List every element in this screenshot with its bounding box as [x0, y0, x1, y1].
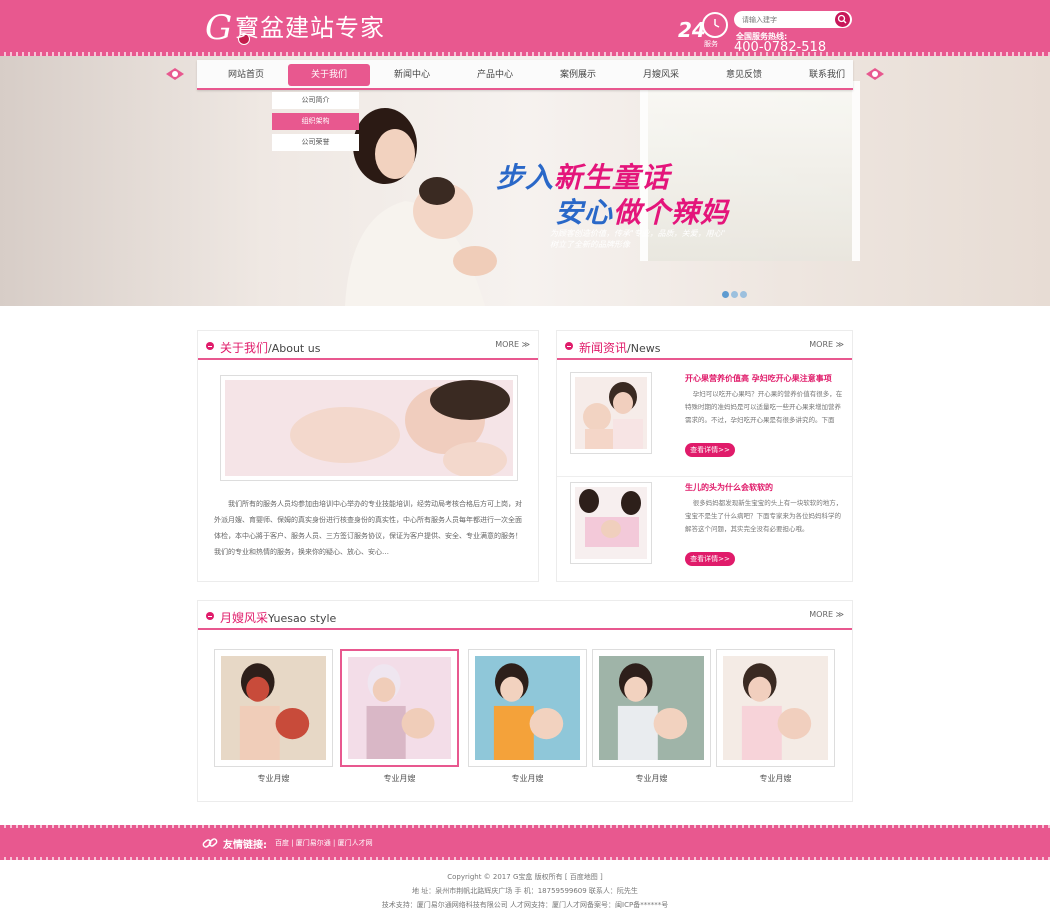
yuesao-more-link[interactable]: MORE ≫ — [809, 610, 844, 619]
nav-item[interactable]: 月嫂风采 — [620, 64, 702, 86]
double-chevron-icon: ≫ — [521, 340, 530, 349]
hotline-badge-sub: 服务 — [704, 40, 718, 48]
slider-dot[interactable] — [740, 291, 747, 298]
main-nav: 网站首页 关于我们 新闻中心 产品中心 案例展示 月嫂风采 意见反馈 联系我们 — [197, 60, 853, 90]
nav-item[interactable]: 新闻中心 — [371, 64, 453, 86]
section-bullet-icon — [565, 342, 573, 350]
yuesao-image — [475, 656, 580, 760]
hotline-number: 400-0782-518 — [734, 40, 827, 55]
mother-baby-photo-about — [225, 380, 513, 478]
yuesao-image — [599, 656, 704, 760]
site-logo[interactable]: G 寳盆建站专家 — [205, 8, 415, 48]
dropdown-item[interactable]: 公司简介 — [272, 92, 359, 109]
yuesao-label: 专业月嫂 — [383, 774, 416, 783]
yuesao-label: 专业月嫂 — [635, 774, 668, 783]
news-thumbnail[interactable] — [570, 482, 652, 564]
logo-letter: G — [205, 8, 233, 48]
news-photo-2 — [575, 487, 647, 559]
about-description: 我们所有的服务人员均参加由培训中心举办的专业技能培训，经劳动局考核合格后方可上岗… — [214, 500, 522, 556]
news-photo-1 — [575, 377, 647, 449]
banner-title-line2: 安心做个辣妈 — [555, 196, 730, 229]
yuesao-photo[interactable] — [340, 649, 459, 767]
slider-dot[interactable] — [722, 291, 729, 298]
footer-support: 技术支持：厦门易尔通网络科技有限公司 人才网支持：厦门人才网备案号：闽ICP备*… — [381, 901, 669, 909]
site-header — [0, 0, 1050, 56]
clock-icon — [702, 12, 728, 38]
dropdown-item[interactable]: 公司荣誉 — [272, 134, 359, 151]
yuesao-photo[interactable] — [468, 649, 587, 767]
about-dropdown-menu: 公司简介组织架构公司荣誉 — [272, 91, 359, 151]
nav-left-ornament-icon — [166, 68, 184, 80]
logo-text: 寳盆建站专家 — [235, 14, 385, 42]
friend-links-label: 友情链接: — [223, 840, 267, 851]
yuesao-image — [723, 656, 828, 760]
yuesao-photo[interactable] — [214, 649, 333, 767]
yuesao-label: 专业月嫂 — [759, 774, 792, 783]
news-more-link[interactable]: MORE ≫ — [809, 340, 844, 349]
section-bullet-icon — [206, 342, 214, 350]
about-panel: 关于我们/About us MORE ≫ 我们所有的服务人员均参加由培训中心举办… — [197, 330, 539, 582]
news-thumbnail[interactable] — [570, 372, 652, 454]
about-panel-header: 关于我们/About us MORE ≫ — [198, 331, 538, 360]
news-panel: 新闻资讯/News MORE ≫ 开心果营养价值高 孕妇吃开心果注意事项 孕妇可… — [556, 330, 853, 582]
yuesao-panel-header: 月嫂风采Yuesao style MORE ≫ — [198, 601, 852, 630]
friend-links-bar — [0, 825, 1050, 860]
nav-item[interactable]: 联系我们 — [786, 64, 868, 86]
news-detail-button[interactable]: 查看详情>> — [685, 443, 735, 457]
search-box — [734, 11, 852, 28]
about-title: 关于我们/About us — [220, 341, 321, 355]
footer-copyright: Copyright © 2017 G宝盒 版权所有 [ 百度地图 ] — [447, 873, 603, 881]
double-chevron-icon: ≫ — [835, 340, 844, 349]
search-icon — [837, 14, 847, 24]
yuesao-label: 专业月嫂 — [257, 774, 290, 783]
yuesao-image — [221, 656, 326, 760]
yuesao-panel: 月嫂风采Yuesao style MORE ≫ 专业月嫂 专业月嫂 专业月嫂 专业月嫂… — [197, 600, 853, 802]
hotline-24h-icon: 24 服务 — [678, 12, 728, 52]
hero-banner: 步入新生童话 安心做个辣妈 为顾客创造价值，传承"专业，品质，关爱，用心" 树立… — [0, 56, 1050, 306]
nav-item[interactable]: 案例展示 — [537, 64, 619, 86]
news-item-desc: 孕妇可以吃开心果吗？开心果的营养价值有很多，在特殊时期的准妈妈是可以适量吃一些开… — [685, 390, 843, 424]
banner-title-line1: 步入新生童话 — [496, 161, 671, 194]
news-title: 新闻资讯/News — [579, 341, 661, 355]
links-lace-bottom — [0, 857, 1050, 860]
yuesao-image — [348, 657, 451, 759]
news-item[interactable]: 开心果营养价值高 孕妇吃开心果注意事项 孕妇可以吃开心果吗？开心果的营养价值有很… — [557, 369, 853, 477]
links-lace-top — [0, 825, 1050, 828]
banner-subtitle-2: 树立了全新的品牌形像 — [550, 240, 630, 249]
section-bullet-icon — [206, 612, 214, 620]
news-item-desc: 很多妈妈都发现新生宝宝的头上有一块软软的地方，宝宝不是生了什么病吧？下面专家来为… — [685, 499, 843, 533]
nav-item[interactable]: 关于我们 — [288, 64, 370, 86]
link-chain-icon — [202, 838, 218, 848]
search-button[interactable] — [835, 12, 850, 27]
footer-address: 地 址：泉州市荆帆北路辉庆广场 手 机：18759599609 联系人：阮先生 — [412, 887, 638, 895]
double-chevron-icon: ≫ — [835, 610, 844, 619]
yuesao-title: 月嫂风采Yuesao style — [220, 611, 337, 625]
slider-dot[interactable] — [731, 291, 738, 298]
banner-subtitle-1: 为顾客创造价值，传承"专业，品质，关爱，用心" — [550, 229, 726, 238]
nav-item[interactable]: 网站首页 — [205, 64, 287, 86]
yuesao-label: 专业月嫂 — [511, 774, 544, 783]
news-panel-header: 新闻资讯/News MORE ≫ — [557, 331, 852, 360]
news-item-title[interactable]: 生儿的头为什么会软软的 — [685, 482, 773, 493]
news-item-title[interactable]: 开心果营养价值高 孕妇吃开心果注意事项 — [685, 373, 832, 384]
nav-item[interactable]: 产品中心 — [454, 64, 536, 86]
yuesao-photo[interactable] — [592, 649, 711, 767]
news-detail-button[interactable]: 查看详情>> — [685, 552, 735, 566]
nav-item[interactable]: 意见反馈 — [703, 64, 785, 86]
about-photo — [220, 375, 518, 481]
dropdown-item[interactable]: 组织架构 — [272, 113, 359, 130]
news-item[interactable]: 生儿的头为什么会软软的 很多妈妈都发现新生宝宝的头上有一块软软的地方，宝宝不是生… — [557, 478, 853, 586]
search-input[interactable] — [742, 13, 834, 26]
friend-links-list[interactable]: 百度 | 厦门易尔通 | 厦门人才网 — [275, 838, 373, 848]
slider-dots — [722, 291, 752, 299]
about-more-link[interactable]: MORE ≫ — [495, 340, 530, 349]
yuesao-photo[interactable] — [716, 649, 835, 767]
